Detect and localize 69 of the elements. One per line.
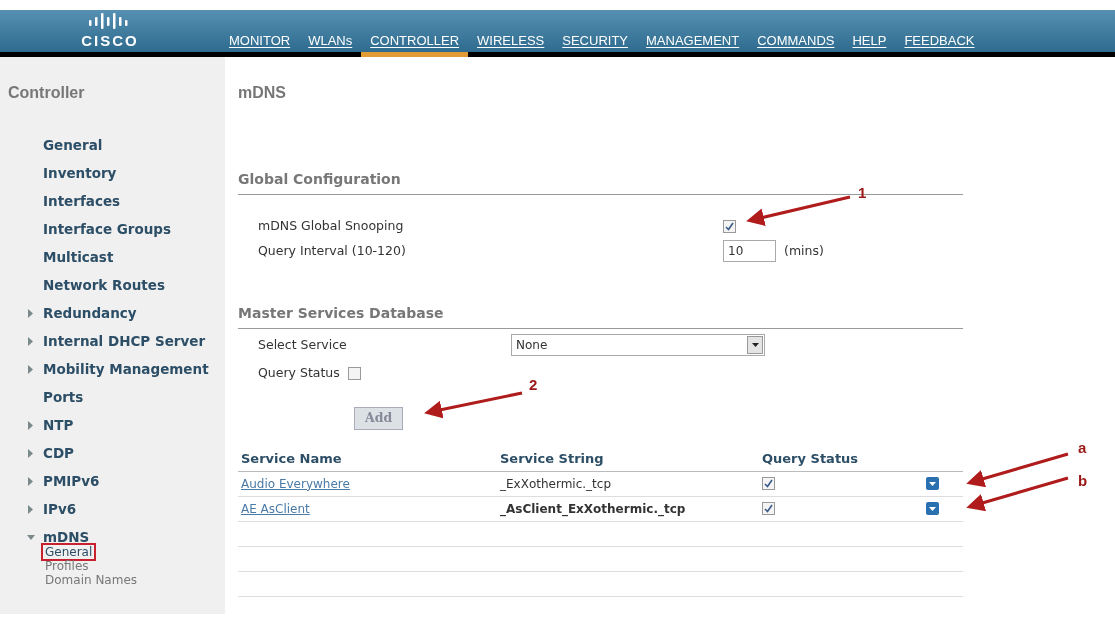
sidebar-item[interactable]: Network Routes	[43, 271, 165, 299]
collapsed-icon[interactable]	[27, 476, 35, 486]
menu-tab[interactable]: SECURITY	[553, 32, 637, 57]
caret-icon	[929, 506, 936, 511]
sidebar-item[interactable]: Internal DHCP Server	[43, 327, 206, 355]
checkbox[interactable]	[762, 501, 775, 515]
annotation-label: a	[1078, 439, 1087, 456]
logo-text: CISCO	[81, 33, 139, 48]
dropdown-button[interactable]	[926, 502, 939, 515]
sidebar-item[interactable]: Multicast	[43, 243, 114, 271]
collapsed-icon[interactable]	[27, 336, 35, 346]
sidebar-title: Controller	[8, 83, 86, 103]
table-cell: _AsClient_ExXothermic._tcp	[500, 501, 686, 516]
collapsed-icon[interactable]	[27, 308, 35, 318]
sidebar-subitem[interactable]: Profiles	[43, 559, 91, 573]
table-cell: _ExXothermic._tcp	[500, 476, 612, 491]
field-label: Query Interval (10-120)	[258, 241, 407, 260]
service-link[interactable]: Audio Everywhere	[241, 476, 350, 491]
logo-bars-icon	[89, 13, 131, 29]
check-icon	[725, 221, 734, 231]
menu-tab[interactable]: FEEDBACK	[895, 32, 984, 57]
annotation-label: b	[1078, 472, 1088, 489]
field-label: Query Status	[258, 364, 340, 382]
sidebar-item[interactable]: Ports	[43, 383, 84, 411]
annotation-label: 2	[529, 376, 538, 393]
column-header: Service String	[500, 450, 604, 466]
service-link[interactable]: AE AsClient	[241, 501, 310, 516]
collapsed-icon[interactable]	[27, 504, 35, 514]
unit-label: (mins)	[784, 241, 824, 260]
input-field[interactable]: 10	[723, 240, 776, 262]
checkbox[interactable]	[762, 476, 775, 490]
menu-tab[interactable]: HELP	[843, 32, 896, 57]
sidebar-item[interactable]: Redundancy	[43, 299, 137, 327]
sidebar-subitem[interactable]: General	[43, 545, 95, 559]
column-header: Query Status	[762, 450, 859, 466]
field-label: mDNS Global Snooping	[258, 216, 405, 235]
sidebar-item[interactable]: Interfaces	[43, 187, 121, 215]
dropdown-button[interactable]	[926, 477, 939, 490]
menu-tab[interactable]: WIRELESS	[468, 32, 554, 57]
menu-tab[interactable]: COMMANDS	[748, 32, 844, 57]
menu-tab[interactable]: MONITOR	[220, 32, 300, 57]
sidebar-item[interactable]: IPv6	[43, 495, 77, 523]
menu-tab[interactable]: WLANs	[299, 32, 362, 57]
collapsed-icon[interactable]	[27, 448, 35, 458]
field-label: Select Service	[258, 335, 348, 354]
caret-icon	[751, 343, 759, 347]
check-icon	[764, 503, 773, 513]
sidebar-item[interactable]: Inventory	[43, 159, 117, 187]
sidebar-item[interactable]: PMIPv6	[43, 467, 100, 495]
sidebar-item[interactable]: NTP	[43, 411, 74, 439]
menu-tab[interactable]: CONTROLLER	[361, 32, 469, 57]
checkbox[interactable]	[723, 219, 736, 233]
expanded-icon[interactable]	[27, 532, 35, 542]
column-header: Service Name	[241, 450, 342, 466]
section-heading: Master Services Database	[238, 303, 963, 329]
checkbox[interactable]	[347, 366, 361, 380]
caret-icon	[929, 481, 936, 486]
collapsed-icon[interactable]	[27, 420, 35, 430]
page-title: mDNS	[238, 83, 287, 103]
sidebar-item[interactable]: Interface Groups	[43, 215, 172, 243]
sidebar-item[interactable]: General	[43, 131, 103, 159]
sidebar-subitem[interactable]: Domain Names	[43, 573, 140, 587]
annotation-label: 1	[858, 184, 867, 201]
check-icon	[764, 478, 773, 488]
menu-tab[interactable]: MANAGEMENT	[637, 32, 749, 57]
sidebar-item[interactable]: Mobility Management	[43, 355, 209, 383]
sidebar-item[interactable]: CDP	[43, 439, 74, 467]
collapsed-icon[interactable]	[27, 364, 35, 374]
service-dropdown[interactable]: None	[511, 334, 765, 356]
